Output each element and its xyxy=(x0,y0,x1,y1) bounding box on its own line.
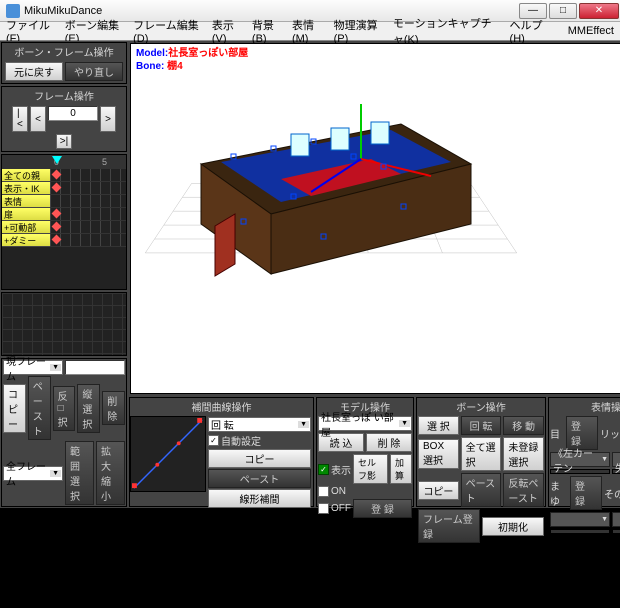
track-name[interactable]: 全ての親 xyxy=(2,169,50,182)
close-button[interactable]: ✕ xyxy=(579,3,619,19)
display-checkbox[interactable]: ✓ xyxy=(318,464,329,475)
menu-mmeffect[interactable]: MMEffect xyxy=(564,25,618,37)
menu-bar: ファイル(F) ボーン編集(E) フレーム編集(D) 表示(V) 背景(B) 表… xyxy=(0,22,620,41)
track-grid[interactable] xyxy=(50,169,126,182)
all-frame-select[interactable]: 全フレーム xyxy=(3,466,63,481)
bone-frame-title: ボーン・フレーム操作 xyxy=(2,43,126,60)
model-select[interactable]: 社長室っぽ い部屋 xyxy=(318,416,412,431)
filter-button[interactable]: 加算 xyxy=(390,454,412,484)
brow-select[interactable] xyxy=(550,512,610,527)
track-name[interactable]: +ダミー xyxy=(2,234,50,247)
timeline-ruler[interactable]: 0 5 10 xyxy=(2,155,126,169)
frame-number-input[interactable] xyxy=(48,106,98,121)
eye-select[interactable]: 《左カーテン xyxy=(550,452,610,467)
off-radio[interactable] xyxy=(318,503,329,514)
frame-next-key[interactable]: >| xyxy=(56,134,72,149)
brow-reg[interactable]: 登 録 xyxy=(570,476,602,510)
model-register[interactable]: 登 録 xyxy=(353,499,412,518)
app-icon xyxy=(6,4,20,18)
frame-op-panel: フレーム操作 |< < > >| xyxy=(1,86,127,152)
bone-paste[interactable]: ペースト xyxy=(461,473,502,507)
bone-select[interactable]: 選 択 xyxy=(418,416,459,435)
frame-prev[interactable]: < xyxy=(30,106,46,132)
copy-button[interactable]: コピー xyxy=(3,384,26,433)
frame-controls: 現フレーム コピー ペースト 反□択 縦選択 削 除 全フレーム 範囲選択 拡大… xyxy=(1,358,127,507)
3d-viewport[interactable]: Model:社長室っぽい部屋 Bone: 棚4 xyxy=(130,43,620,394)
selfshadow-button[interactable]: セルフ影 xyxy=(353,454,388,484)
track-grid[interactable] xyxy=(50,208,126,221)
track-list: 全ての親 表示・IK 表情 扉 +可動部 +ダミー xyxy=(2,169,126,289)
track-grid[interactable] xyxy=(50,182,126,195)
interp-copy[interactable]: コピー xyxy=(208,449,311,468)
bone-copy[interactable]: コピー xyxy=(418,481,459,500)
track-name[interactable]: +可動部 xyxy=(2,221,50,234)
other-select[interactable]: 《棚上段 xyxy=(612,512,620,527)
auto-checkbox[interactable]: ✓ xyxy=(208,435,219,446)
bone-boxsel[interactable]: BOX選択 xyxy=(418,439,459,469)
interp-axis-select[interactable]: 回 転 xyxy=(208,417,311,432)
faceop-title: 表情操作 xyxy=(549,398,620,415)
undo-button[interactable]: 元に戻す xyxy=(5,62,63,81)
interp-curve[interactable] xyxy=(130,416,206,492)
track-grid[interactable] xyxy=(50,195,126,208)
frame-prev-key[interactable]: |< xyxy=(12,106,28,132)
lip-select[interactable]: 《天井消失 xyxy=(612,452,620,467)
bone-init[interactable]: 初期化 xyxy=(482,517,544,536)
track-name[interactable]: 表情 xyxy=(2,195,50,208)
empty-timeline[interactable] xyxy=(1,292,127,356)
on-radio[interactable] xyxy=(318,486,329,497)
bone-allsel[interactable]: 全て選択 xyxy=(461,437,502,471)
delete-button[interactable]: 削 除 xyxy=(102,391,125,425)
bone-unregsel[interactable]: 未登録選択 xyxy=(503,437,544,471)
bone-frame-panel: ボーン・フレーム操作 元に戻す やり直し xyxy=(1,42,127,84)
current-frame-select[interactable]: 現フレーム xyxy=(3,360,63,375)
interp-paste[interactable]: ペースト xyxy=(208,469,311,488)
column-select-button[interactable]: 反□択 xyxy=(53,386,76,431)
range-select-button[interactable]: 範囲選択 xyxy=(65,441,94,505)
track-grid[interactable] xyxy=(50,221,126,234)
track-grid[interactable] xyxy=(50,234,126,247)
paste-button[interactable]: ペースト xyxy=(28,376,51,440)
interp-title: 補間曲線操作 xyxy=(130,398,313,415)
bone-mirpaste[interactable]: 反転ペースト xyxy=(503,473,544,507)
track-name[interactable]: 扉 xyxy=(2,208,50,221)
redo-button[interactable]: やり直し xyxy=(65,62,123,81)
current-frame-field[interactable] xyxy=(65,360,125,375)
track-name[interactable]: 表示・IK xyxy=(2,182,50,195)
bone-frame-reg[interactable]: フレーム登録 xyxy=(418,509,480,543)
frame-op-title: フレーム操作 xyxy=(2,87,126,104)
interp-linear[interactable]: 線形補間 xyxy=(208,489,311,508)
brow-slider[interactable] xyxy=(550,529,610,534)
boneop-title: ボーン操作 xyxy=(417,398,545,415)
playhead-icon[interactable] xyxy=(52,156,62,164)
other-slider[interactable] xyxy=(612,529,620,534)
bone-rotate[interactable]: 回 転 xyxy=(461,416,502,435)
viewport-overlay-text: Model:社長室っぽい部屋 Bone: 棚4 xyxy=(136,47,248,73)
frame-next[interactable]: > xyxy=(100,106,116,132)
timeline-panel: 0 5 10 全ての親 表示・IK 表情 扉 +可動部 +ダミー xyxy=(1,154,127,290)
zoom-button[interactable]: 拡大縮小 xyxy=(96,441,125,505)
vertical-select-button[interactable]: 縦選択 xyxy=(77,384,100,433)
room-model xyxy=(171,104,491,294)
bone-move[interactable]: 移 動 xyxy=(503,416,544,435)
